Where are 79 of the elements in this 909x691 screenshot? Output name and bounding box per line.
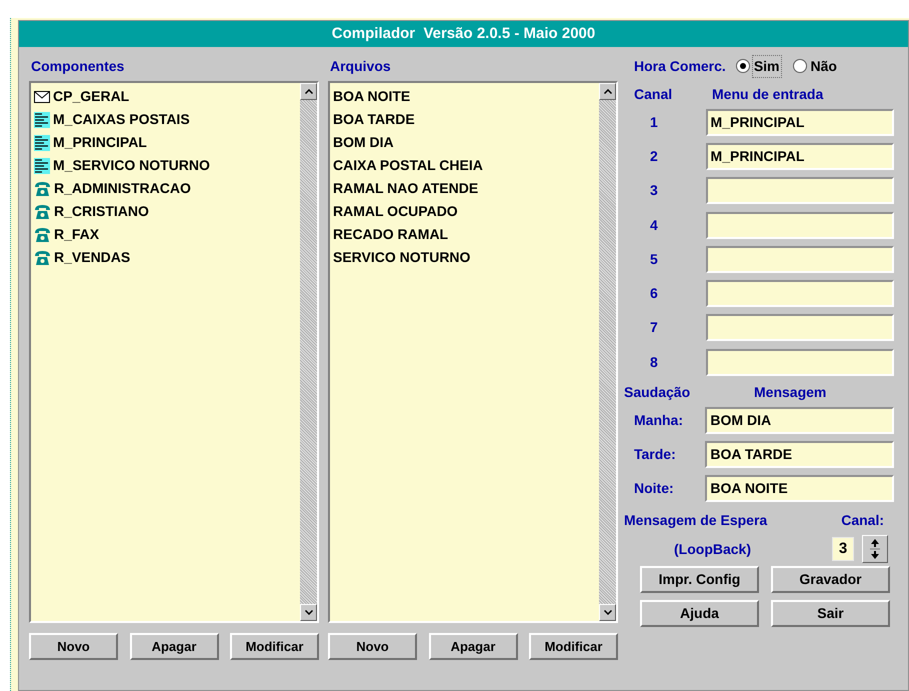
radio-label[interactable]: Não (810, 56, 838, 76)
channel-number: 5 (649, 250, 659, 269)
column-header: Canal (634, 84, 674, 104)
panel-label: Arquivos (329, 57, 392, 76)
column-header: Saudação (624, 382, 692, 402)
telephone-icon (34, 180, 51, 196)
list-item[interactable]: CAIXA POSTAL CHEIA (333, 155, 483, 176)
channel-number: 4 (649, 216, 659, 235)
button[interactable]: Impr. Config (640, 566, 759, 594)
button[interactable]: Modificar (230, 633, 319, 660)
button[interactable]: Sair (771, 600, 890, 628)
radio-label[interactable]: Sim (752, 56, 780, 76)
button[interactable]: Apagar (428, 633, 518, 660)
input-field[interactable] (706, 177, 894, 204)
field-label: Tarde: (633, 444, 677, 464)
telephone-icon (34, 204, 51, 220)
list-item[interactable]: BOA NOITE (333, 86, 410, 107)
button[interactable]: Novo (29, 633, 118, 660)
input-field[interactable] (706, 314, 894, 342)
scroll-down-icon[interactable] (300, 604, 317, 621)
list-item[interactable]: BOM DIA (333, 132, 394, 153)
channel-number: 6 (649, 284, 659, 304)
field-label: Hora Comerc. (634, 56, 726, 76)
list-item[interactable]: M_CAIXAS POSTAIS (53, 109, 190, 130)
section-label: Mensagem de Espera (624, 510, 768, 530)
text-lines-icon (34, 158, 50, 174)
list-item[interactable]: R_VENDAS (54, 247, 130, 268)
input-field[interactable]: M_PRINCIPAL (706, 108, 894, 136)
list-item[interactable]: CP_GERAL (53, 86, 130, 107)
list-item[interactable]: M_PRINCIPAL (53, 132, 147, 153)
scroll-down-icon[interactable] (599, 604, 616, 621)
scrollbar[interactable] (300, 83, 317, 621)
radio-button[interactable] (736, 59, 750, 73)
button[interactable]: Apagar (130, 633, 218, 660)
channel-number: 8 (649, 352, 659, 372)
section-label: (LoopBack) (674, 540, 752, 559)
radio-button[interactable] (792, 59, 806, 73)
list-item[interactable]: BOA TARDE (333, 109, 415, 130)
scroll-up-icon[interactable] (599, 83, 616, 100)
input-field[interactable]: BOA NOITE (705, 474, 894, 502)
button[interactable]: Modificar (529, 633, 618, 660)
list-item[interactable]: R_FAX (54, 224, 100, 245)
channel-number: 2 (649, 146, 659, 166)
input-field[interactable] (706, 280, 894, 308)
button[interactable]: Gravador (771, 566, 890, 594)
telephone-icon (34, 226, 51, 242)
list-item[interactable]: SERVICO NOTURNO (333, 247, 470, 268)
window-title: Compilador Versão 2.0.5 - Maio 2000 (19, 21, 908, 47)
field-label: Manha: (633, 410, 684, 430)
number-field[interactable]: 3 (832, 537, 854, 562)
text-lines-icon (34, 134, 50, 150)
scrollbar[interactable] (599, 83, 616, 621)
spinner-icon[interactable] (862, 535, 888, 564)
column-header: Menu de entrada (712, 84, 824, 104)
field-label: Noite: (633, 478, 675, 498)
list-item[interactable]: R_CRISTIANO (54, 201, 149, 222)
scroll-up-icon[interactable] (300, 83, 317, 100)
input-field[interactable]: M_PRINCIPAL (706, 142, 894, 170)
panel-label: Componentes (30, 57, 126, 76)
field-label: Canal: (841, 510, 884, 530)
text-lines-icon (34, 112, 50, 128)
telephone-icon (34, 250, 51, 266)
channel-number: 7 (649, 318, 659, 338)
button[interactable]: Novo (328, 633, 417, 660)
envelope-icon (34, 90, 50, 104)
list-item[interactable]: RAMAL OCUPADO (333, 201, 458, 222)
input-field[interactable]: BOM DIA (705, 406, 894, 434)
list-item[interactable]: RECADO RAMAL (333, 224, 448, 245)
list-item[interactable]: M_SERVICO NOTURNO (53, 155, 210, 176)
column-header: Mensagem (754, 382, 826, 402)
input-field[interactable] (706, 212, 894, 239)
button[interactable]: Ajuda (640, 600, 759, 628)
list-item[interactable]: R_ADMINISTRACAO (54, 178, 191, 199)
input-field[interactable] (706, 348, 894, 376)
list-item[interactable]: RAMAL NAO ATENDE (333, 178, 478, 199)
channel-number: 3 (649, 181, 659, 200)
input-field[interactable] (706, 246, 894, 273)
input-field[interactable]: BOA TARDE (705, 440, 894, 468)
channel-number: 1 (649, 112, 659, 132)
